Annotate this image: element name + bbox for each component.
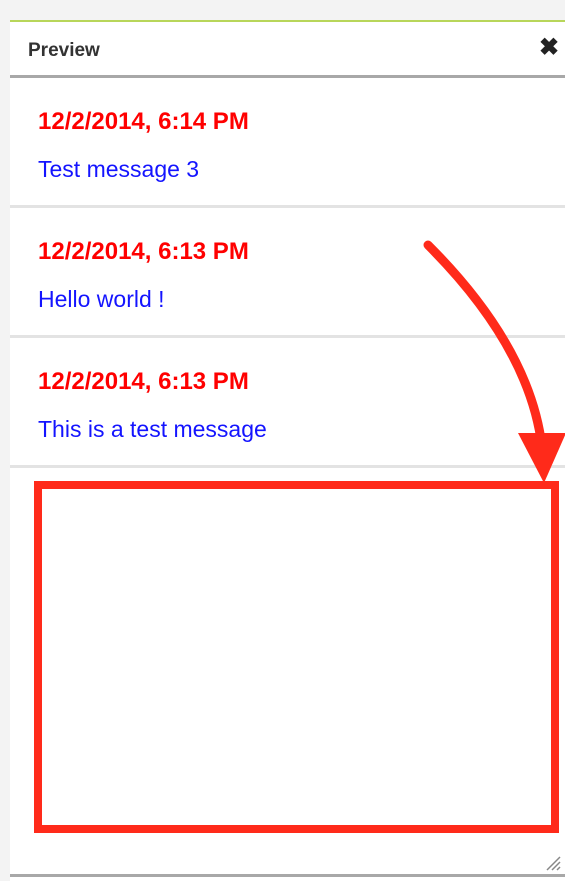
resize-grip-icon[interactable]	[543, 853, 561, 871]
message-item: 12/2/2014, 6:14 PM Test message 3	[10, 78, 565, 208]
message-text: This is a test message	[38, 416, 267, 442]
panel-footer-divider	[10, 874, 565, 877]
curved-arrow-icon	[423, 240, 565, 483]
message-timestamp: 12/2/2014, 6:13 PM	[38, 368, 249, 395]
message-text: Test message 3	[38, 156, 200, 182]
panel-header: Preview ✖	[10, 22, 565, 78]
highlight-box	[34, 481, 559, 833]
preview-panel: Preview ✖ 12/2/2014, 6:14 PM Test messag…	[10, 20, 565, 881]
panel-title: Preview	[28, 40, 100, 61]
message-text: Hello world !	[38, 286, 165, 312]
message-timestamp: 12/2/2014, 6:14 PM	[38, 108, 249, 135]
close-icon[interactable]: ✖	[535, 34, 563, 62]
message-timestamp: 12/2/2014, 6:13 PM	[38, 238, 249, 265]
